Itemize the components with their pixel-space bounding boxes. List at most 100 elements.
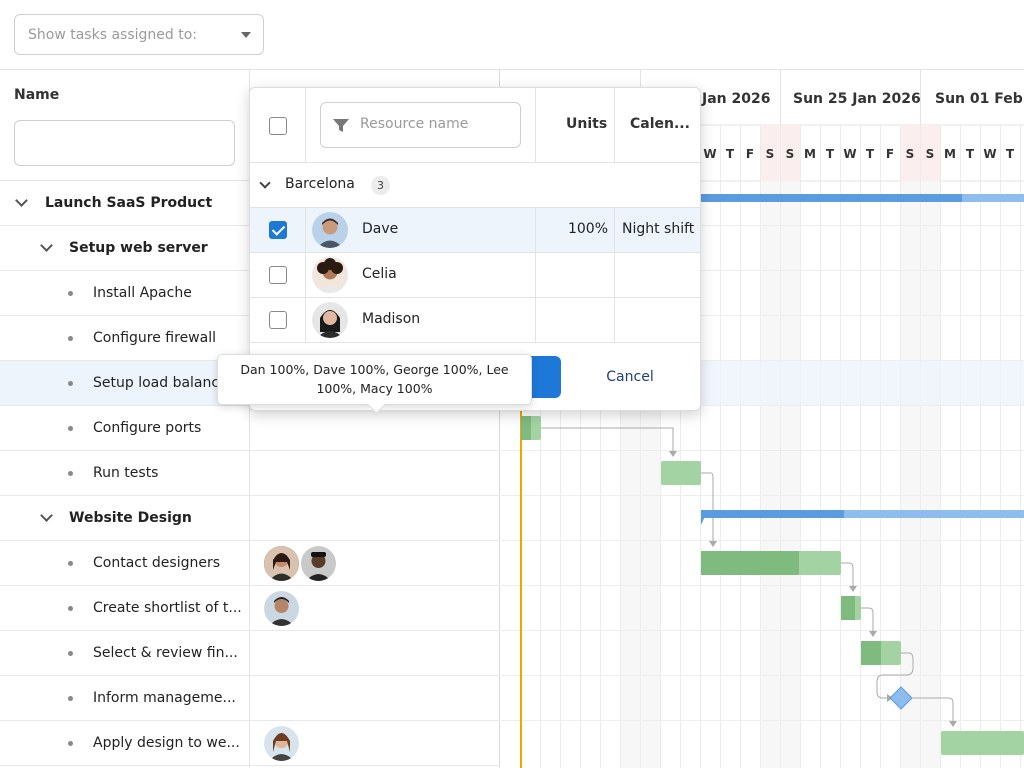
task-name: Contact designers — [93, 555, 221, 571]
toolbar: Show tasks assigned to: — [0, 0, 1024, 70]
task-bar-progress — [521, 416, 531, 440]
day-label: S — [926, 147, 935, 161]
dependency-arrow-icon — [849, 586, 857, 592]
day-label: T — [966, 147, 975, 161]
column-divider — [535, 298, 536, 343]
resource-name: Dave — [362, 221, 399, 237]
bullet-icon — [68, 426, 73, 431]
dependency-line — [701, 472, 714, 545]
resource-name: Celia — [362, 266, 397, 282]
task-bar-run-tests[interactable] — [661, 461, 701, 485]
group-count-badge: 3 — [371, 176, 390, 195]
day-label: T — [1006, 147, 1015, 161]
task-row[interactable]: Create shortlist of t... — [0, 586, 500, 631]
resource-checkbox[interactable] — [269, 221, 287, 239]
filter-icon — [333, 119, 349, 132]
task-name: Run tests — [93, 465, 159, 481]
column-divider — [305, 208, 306, 253]
resource-row-madison[interactable]: Madison — [250, 298, 700, 343]
dependency-arrow-icon — [709, 541, 717, 547]
bullet-icon — [68, 336, 73, 341]
resources-tooltip: Dan 100%, Dave 100%, George 100%, Lee 10… — [217, 354, 532, 405]
column-divider — [305, 88, 306, 163]
assigned-to-filter[interactable]: Show tasks assigned to: — [14, 14, 264, 55]
name-filter-input[interactable] — [14, 120, 235, 166]
avatar[interactable] — [264, 546, 299, 581]
avatar — [312, 302, 348, 338]
group-collapse-chevron-icon[interactable] — [259, 177, 271, 189]
task-name: Launch SaaS Product — [45, 195, 213, 211]
task-row[interactable]: Select & review fin... — [0, 631, 500, 676]
week-label: Jan 2026 — [701, 91, 770, 107]
dependency-arrow-icon — [869, 631, 877, 637]
task-bar-progress — [701, 551, 799, 575]
task-row[interactable]: Website Design — [0, 496, 500, 541]
collapse-chevron-icon[interactable] — [40, 509, 53, 522]
day-label: S — [786, 147, 795, 161]
day-label: F — [746, 147, 754, 161]
day-label: M — [944, 147, 956, 161]
column-divider — [614, 88, 615, 163]
avatar[interactable] — [264, 591, 299, 626]
resource-checkbox[interactable] — [269, 266, 287, 284]
task-name: Install Apache — [93, 285, 192, 301]
task-row[interactable]: Inform manageme... — [0, 676, 500, 721]
resource-name-placeholder: Resource name — [360, 116, 469, 132]
bullet-icon — [68, 291, 73, 296]
task-name: Select & review fin... — [93, 645, 238, 661]
resource-row-celia[interactable]: Celia — [250, 253, 700, 298]
resource-calendar[interactable]: Night shift — [622, 221, 694, 237]
task-row[interactable]: Contact designers — [0, 541, 500, 586]
select-all-checkbox[interactable] — [269, 117, 287, 135]
avatar — [312, 212, 348, 248]
task-bar-progress — [841, 596, 855, 620]
collapse-chevron-icon[interactable] — [40, 239, 53, 252]
bullet-icon — [68, 606, 73, 611]
day-label: W — [983, 147, 996, 161]
collapse-chevron-icon[interactable] — [15, 194, 28, 207]
dropdown-arrow-icon[interactable] — [241, 32, 251, 38]
group-row-barcelona[interactable]: Barcelona 3 — [250, 163, 700, 208]
avatar[interactable] — [264, 726, 299, 761]
group-name: Barcelona — [285, 176, 355, 192]
column-divider — [535, 88, 536, 163]
day-label: S — [906, 147, 915, 161]
bullet-icon — [68, 651, 73, 656]
task-bar-progress — [700, 194, 962, 202]
day-label: W — [703, 147, 716, 161]
task-row[interactable]: Run tests — [0, 451, 500, 496]
task-name: Configure ports — [93, 420, 202, 436]
day-label: S — [766, 147, 775, 161]
dependency-arrow-icon — [949, 721, 957, 727]
task-row[interactable]: Configure ports — [0, 406, 500, 451]
resource-name-filter[interactable]: Resource name — [320, 102, 521, 148]
day-label: T — [866, 147, 875, 161]
column-divider — [305, 253, 306, 298]
bullet-icon — [68, 471, 73, 476]
task-bar-progress — [701, 510, 844, 518]
resource-units[interactable]: 100% — [568, 221, 608, 237]
avatar[interactable] — [301, 546, 336, 581]
bullet-icon — [68, 696, 73, 701]
column-divider — [535, 208, 536, 253]
column-divider — [305, 298, 306, 343]
task-name: Create shortlist of t... — [93, 600, 242, 616]
bullet-icon — [68, 561, 73, 566]
day-label: T — [826, 147, 835, 161]
week-label: Sun 01 Feb 20 — [935, 91, 1024, 107]
day-label: M — [804, 147, 816, 161]
task-bar-apply-design[interactable] — [941, 731, 1024, 755]
task-row[interactable]: Apply design to we... — [0, 721, 500, 766]
calendar-column-header[interactable]: Calen... — [630, 116, 690, 132]
column-divider — [614, 253, 615, 298]
resource-checkbox[interactable] — [269, 311, 287, 329]
avatar — [312, 257, 348, 293]
task-name: Apply design to we... — [93, 735, 240, 751]
column-divider — [614, 208, 615, 253]
cancel-button[interactable]: Cancel — [580, 356, 680, 398]
task-name: Setup load balancer — [93, 375, 219, 391]
name-column-header[interactable]: Name — [14, 87, 59, 103]
units-column-header[interactable]: Units — [566, 116, 607, 132]
assigned-to-filter-placeholder: Show tasks assigned to: — [28, 26, 197, 43]
resource-row-dave[interactable]: Dave 100% Night shift — [250, 208, 700, 253]
